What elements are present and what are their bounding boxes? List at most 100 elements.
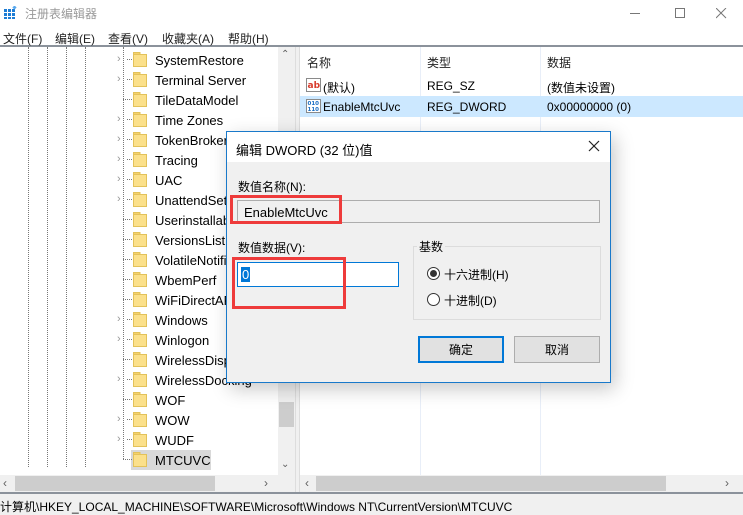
- cancel-button[interactable]: 取消: [514, 336, 600, 363]
- scroll-up-icon[interactable]: ⌃: [281, 49, 289, 60]
- tree-item[interactable]: › Terminal Server: [0, 70, 278, 90]
- status-bar: 计算机\HKEY_LOCAL_MACHINE\SOFTWARE\Microsof…: [0, 492, 743, 515]
- column-header-data[interactable]: 数据: [547, 54, 571, 71]
- tree-connector: [123, 459, 132, 460]
- column-header-name[interactable]: 名称: [307, 54, 331, 71]
- folder-icon: [133, 412, 147, 427]
- tree-item-label: TileDataModel: [155, 93, 239, 108]
- folder-icon: [133, 292, 147, 307]
- folder-icon: [133, 352, 147, 367]
- radio-button-checked[interactable]: [427, 267, 440, 280]
- tree-item-label: VersionsList: [155, 233, 226, 248]
- binary-value-icon: 010 110: [306, 99, 321, 113]
- chevron-right-icon[interactable]: ›: [117, 113, 127, 125]
- chevron-right-icon[interactable]: ›: [117, 433, 127, 445]
- folder-icon: [133, 212, 147, 227]
- value-name: (默认): [323, 81, 355, 95]
- highlight-box-name: [230, 195, 342, 224]
- ok-button[interactable]: 确定: [418, 336, 504, 363]
- tree-item[interactable]: › WOW: [0, 410, 278, 430]
- list-row[interactable]: ab (默认) REG_SZ (数值未设置): [300, 75, 743, 96]
- tree-horizontal-scroll-thumb[interactable]: [15, 476, 215, 491]
- value-data-label: 数值数据(V):: [238, 241, 306, 255]
- scroll-left-icon[interactable]: ‹: [305, 476, 309, 490]
- tree-item[interactable]: › Time Zones: [0, 110, 278, 130]
- tree-item[interactable]: TileDataModel: [0, 90, 278, 110]
- scroll-down-icon[interactable]: ⌄: [281, 459, 289, 470]
- list-horizontal-scrollbar[interactable]: ‹ ›: [300, 475, 743, 492]
- tree-connector: [123, 99, 132, 100]
- folder-icon: [133, 272, 147, 287]
- tree-connector: [123, 219, 132, 220]
- folder-icon: [133, 372, 147, 387]
- chevron-right-icon[interactable]: ›: [117, 133, 127, 145]
- radio-button-unchecked[interactable]: [427, 293, 440, 306]
- tree-item-label: UAC: [155, 173, 183, 188]
- tree-vertical-scroll-thumb[interactable]: [279, 402, 294, 427]
- scroll-left-icon[interactable]: ‹: [3, 476, 7, 490]
- menu-view[interactable]: 查看(V): [108, 30, 148, 47]
- tree-connector: [127, 179, 132, 180]
- list-horizontal-scroll-thumb[interactable]: [316, 476, 666, 491]
- tree-connector: [123, 359, 132, 360]
- menu-favorites[interactable]: 收藏夹(A): [162, 30, 214, 47]
- folder-icon: [133, 452, 147, 467]
- tree-item[interactable]: WOF: [0, 390, 278, 410]
- menu-file[interactable]: 文件(F): [3, 30, 42, 47]
- tree-item[interactable]: › SystemRestore: [0, 50, 278, 70]
- chevron-right-icon[interactable]: ›: [117, 313, 127, 325]
- menu-bar: 文件(F) 编辑(E) 查看(V) 收藏夹(A) 帮助(H): [0, 26, 743, 47]
- tree-item-label: Tracing: [155, 153, 198, 168]
- dialog-title: 编辑 DWORD (32 位)值: [236, 143, 373, 158]
- tree-item-label: WbemPerf: [155, 273, 217, 288]
- tree-connector: [127, 119, 132, 120]
- maximize-button[interactable]: [657, 0, 703, 26]
- folder-icon: [133, 152, 147, 167]
- base-groupbox: [413, 246, 601, 320]
- tree-connector: [127, 79, 132, 80]
- tree-connector: [127, 159, 132, 160]
- folder-icon: [133, 92, 147, 107]
- close-icon[interactable]: [586, 138, 602, 154]
- column-header-type[interactable]: 类型: [427, 54, 451, 71]
- folder-icon: [133, 132, 147, 147]
- tree-item[interactable]: MTCUVC: [0, 450, 278, 470]
- dialog-title-bar: 编辑 DWORD (32 位)值: [227, 132, 610, 162]
- minimize-button[interactable]: [612, 0, 658, 26]
- tree-connector: [123, 259, 132, 260]
- value-name-label: 数值名称(N):: [238, 180, 306, 194]
- tree-item-label: WOW: [155, 413, 190, 428]
- folder-icon: [133, 432, 147, 447]
- chevron-right-icon[interactable]: ›: [117, 73, 127, 85]
- chevron-right-icon[interactable]: ›: [117, 53, 127, 65]
- tree-item-label: WUDF: [155, 433, 194, 448]
- menu-help[interactable]: 帮助(H): [228, 30, 269, 47]
- scroll-right-icon[interactable]: ›: [264, 476, 268, 490]
- chevron-right-icon[interactable]: ›: [117, 173, 127, 185]
- title-bar: 注册表编辑器: [0, 0, 743, 26]
- scroll-right-icon[interactable]: ›: [725, 476, 729, 490]
- tree-item-label: Terminal Server: [155, 73, 247, 88]
- regedit-app-icon: [4, 6, 17, 19]
- tree-horizontal-scrollbar[interactable]: ‹ ›: [0, 475, 295, 492]
- tree-connector: [127, 419, 132, 420]
- tree-item-label: Winlogon: [155, 333, 210, 348]
- chevron-right-icon[interactable]: ›: [117, 193, 127, 205]
- base-label: 基数: [417, 238, 446, 255]
- close-button[interactable]: [698, 0, 743, 26]
- chevron-right-icon[interactable]: ›: [117, 153, 127, 165]
- chevron-right-icon[interactable]: ›: [117, 413, 127, 425]
- tree-item[interactable]: › WUDF: [0, 430, 278, 450]
- value-data: (数值未设置): [547, 81, 615, 95]
- tree-item-label: MTCUVC: [155, 453, 211, 468]
- tree-connector: [123, 399, 132, 400]
- value-type: REG_DWORD: [427, 100, 507, 114]
- close-icon: [715, 7, 726, 18]
- tree-connector: [127, 199, 132, 200]
- chevron-right-icon[interactable]: ›: [117, 373, 127, 385]
- list-row[interactable]: 010 110 EnableMtcUvc REG_DWORD 0x0000000…: [300, 96, 743, 117]
- edit-dword-dialog: 编辑 DWORD (32 位)值 数值名称(N): EnableMtcUvc 数…: [226, 131, 611, 383]
- folder-icon: [133, 392, 147, 407]
- chevron-right-icon[interactable]: ›: [117, 333, 127, 345]
- menu-edit[interactable]: 编辑(E): [55, 30, 95, 47]
